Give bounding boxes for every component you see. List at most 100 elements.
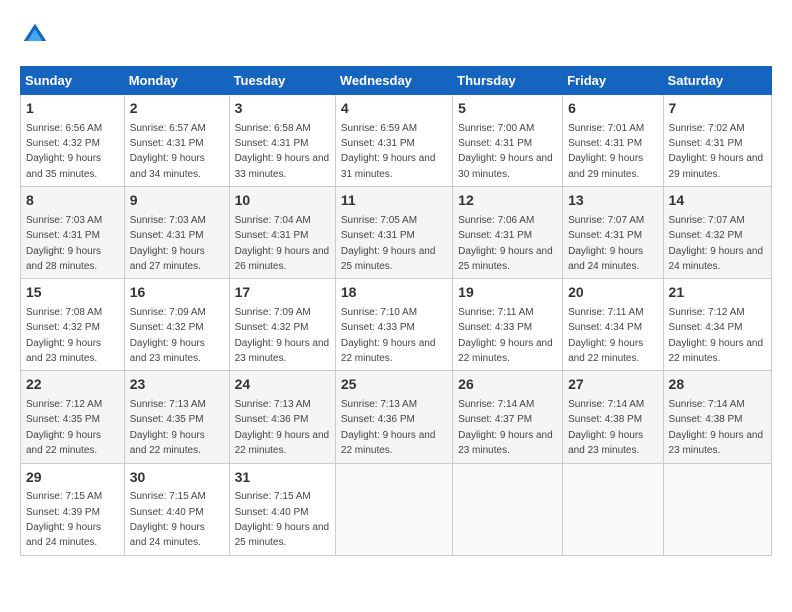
- calendar-day-cell: 14 Sunrise: 7:07 AMSunset: 4:32 PMDaylig…: [663, 187, 771, 279]
- calendar-day-cell: 5 Sunrise: 7:00 AMSunset: 4:31 PMDayligh…: [453, 95, 563, 187]
- calendar-day-cell: 22 Sunrise: 7:12 AMSunset: 4:35 PMDaylig…: [21, 371, 125, 463]
- calendar-day-cell: [663, 463, 771, 555]
- day-number: 5: [458, 99, 557, 119]
- day-number: 12: [458, 191, 557, 211]
- day-info: Sunrise: 7:15 AMSunset: 4:39 PMDaylight:…: [26, 491, 102, 548]
- day-number: 7: [669, 99, 766, 119]
- day-number: 18: [341, 283, 447, 303]
- calendar-day-cell: 8 Sunrise: 7:03 AMSunset: 4:31 PMDayligh…: [21, 187, 125, 279]
- weekday-header: Wednesday: [335, 67, 452, 95]
- calendar-week-row: 29 Sunrise: 7:15 AMSunset: 4:39 PMDaylig…: [21, 463, 772, 555]
- calendar-day-cell: 27 Sunrise: 7:14 AMSunset: 4:38 PMDaylig…: [563, 371, 663, 463]
- day-info: Sunrise: 7:14 AMSunset: 4:37 PMDaylight:…: [458, 399, 553, 456]
- day-number: 25: [341, 375, 447, 395]
- day-info: Sunrise: 7:13 AMSunset: 4:36 PMDaylight:…: [341, 399, 436, 456]
- calendar-day-cell: 29 Sunrise: 7:15 AMSunset: 4:39 PMDaylig…: [21, 463, 125, 555]
- day-info: Sunrise: 7:03 AMSunset: 4:31 PMDaylight:…: [130, 215, 206, 272]
- calendar-day-cell: 25 Sunrise: 7:13 AMSunset: 4:36 PMDaylig…: [335, 371, 452, 463]
- calendar-day-cell: [335, 463, 452, 555]
- logo: [20, 20, 52, 50]
- day-info: Sunrise: 7:06 AMSunset: 4:31 PMDaylight:…: [458, 215, 553, 272]
- calendar-week-row: 1 Sunrise: 6:56 AMSunset: 4:32 PMDayligh…: [21, 95, 772, 187]
- day-info: Sunrise: 7:10 AMSunset: 4:33 PMDaylight:…: [341, 307, 436, 364]
- calendar-day-cell: 20 Sunrise: 7:11 AMSunset: 4:34 PMDaylig…: [563, 279, 663, 371]
- day-info: Sunrise: 7:09 AMSunset: 4:32 PMDaylight:…: [235, 307, 330, 364]
- day-number: 30: [130, 468, 224, 488]
- day-number: 31: [235, 468, 330, 488]
- day-info: Sunrise: 7:15 AMSunset: 4:40 PMDaylight:…: [130, 491, 206, 548]
- day-info: Sunrise: 6:56 AMSunset: 4:32 PMDaylight:…: [26, 123, 102, 180]
- day-info: Sunrise: 7:13 AMSunset: 4:35 PMDaylight:…: [130, 399, 206, 456]
- calendar-day-cell: 9 Sunrise: 7:03 AMSunset: 4:31 PMDayligh…: [124, 187, 229, 279]
- calendar-week-row: 15 Sunrise: 7:08 AMSunset: 4:32 PMDaylig…: [21, 279, 772, 371]
- calendar-day-cell: 7 Sunrise: 7:02 AMSunset: 4:31 PMDayligh…: [663, 95, 771, 187]
- calendar-day-cell: 16 Sunrise: 7:09 AMSunset: 4:32 PMDaylig…: [124, 279, 229, 371]
- calendar-day-cell: 30 Sunrise: 7:15 AMSunset: 4:40 PMDaylig…: [124, 463, 229, 555]
- day-number: 15: [26, 283, 119, 303]
- calendar-day-cell: 31 Sunrise: 7:15 AMSunset: 4:40 PMDaylig…: [229, 463, 335, 555]
- day-number: 11: [341, 191, 447, 211]
- weekday-header: Sunday: [21, 67, 125, 95]
- day-number: 23: [130, 375, 224, 395]
- calendar-day-cell: 4 Sunrise: 6:59 AMSunset: 4:31 PMDayligh…: [335, 95, 452, 187]
- day-number: 2: [130, 99, 224, 119]
- day-number: 21: [669, 283, 766, 303]
- weekday-header: Friday: [563, 67, 663, 95]
- calendar-day-cell: 26 Sunrise: 7:14 AMSunset: 4:37 PMDaylig…: [453, 371, 563, 463]
- calendar-day-cell: 6 Sunrise: 7:01 AMSunset: 4:31 PMDayligh…: [563, 95, 663, 187]
- calendar-day-cell: 15 Sunrise: 7:08 AMSunset: 4:32 PMDaylig…: [21, 279, 125, 371]
- day-info: Sunrise: 7:03 AMSunset: 4:31 PMDaylight:…: [26, 215, 102, 272]
- day-info: Sunrise: 7:00 AMSunset: 4:31 PMDaylight:…: [458, 123, 553, 180]
- day-info: Sunrise: 7:07 AMSunset: 4:31 PMDaylight:…: [568, 215, 644, 272]
- weekday-header: Tuesday: [229, 67, 335, 95]
- day-number: 20: [568, 283, 657, 303]
- day-info: Sunrise: 7:11 AMSunset: 4:33 PMDaylight:…: [458, 307, 553, 364]
- calendar-day-cell: 13 Sunrise: 7:07 AMSunset: 4:31 PMDaylig…: [563, 187, 663, 279]
- weekday-header: Monday: [124, 67, 229, 95]
- day-number: 1: [26, 99, 119, 119]
- weekday-header: Thursday: [453, 67, 563, 95]
- day-number: 24: [235, 375, 330, 395]
- day-number: 29: [26, 468, 119, 488]
- day-number: 4: [341, 99, 447, 119]
- day-number: 19: [458, 283, 557, 303]
- day-number: 28: [669, 375, 766, 395]
- day-number: 26: [458, 375, 557, 395]
- page-header: [20, 20, 772, 50]
- day-info: Sunrise: 7:14 AMSunset: 4:38 PMDaylight:…: [568, 399, 644, 456]
- calendar-day-cell: 21 Sunrise: 7:12 AMSunset: 4:34 PMDaylig…: [663, 279, 771, 371]
- calendar-day-cell: 28 Sunrise: 7:14 AMSunset: 4:38 PMDaylig…: [663, 371, 771, 463]
- calendar-header-row: SundayMondayTuesdayWednesdayThursdayFrid…: [21, 67, 772, 95]
- day-number: 6: [568, 99, 657, 119]
- day-number: 8: [26, 191, 119, 211]
- day-info: Sunrise: 7:08 AMSunset: 4:32 PMDaylight:…: [26, 307, 102, 364]
- calendar-day-cell: 19 Sunrise: 7:11 AMSunset: 4:33 PMDaylig…: [453, 279, 563, 371]
- day-number: 10: [235, 191, 330, 211]
- calendar-day-cell: 11 Sunrise: 7:05 AMSunset: 4:31 PMDaylig…: [335, 187, 452, 279]
- day-info: Sunrise: 7:11 AMSunset: 4:34 PMDaylight:…: [568, 307, 643, 364]
- calendar-day-cell: 2 Sunrise: 6:57 AMSunset: 4:31 PMDayligh…: [124, 95, 229, 187]
- calendar-day-cell: 1 Sunrise: 6:56 AMSunset: 4:32 PMDayligh…: [21, 95, 125, 187]
- day-info: Sunrise: 7:12 AMSunset: 4:35 PMDaylight:…: [26, 399, 102, 456]
- day-info: Sunrise: 6:58 AMSunset: 4:31 PMDaylight:…: [235, 123, 330, 180]
- day-info: Sunrise: 7:13 AMSunset: 4:36 PMDaylight:…: [235, 399, 330, 456]
- day-info: Sunrise: 7:09 AMSunset: 4:32 PMDaylight:…: [130, 307, 206, 364]
- day-number: 22: [26, 375, 119, 395]
- day-number: 13: [568, 191, 657, 211]
- calendar-week-row: 8 Sunrise: 7:03 AMSunset: 4:31 PMDayligh…: [21, 187, 772, 279]
- day-info: Sunrise: 7:07 AMSunset: 4:32 PMDaylight:…: [669, 215, 764, 272]
- calendar-day-cell: 12 Sunrise: 7:06 AMSunset: 4:31 PMDaylig…: [453, 187, 563, 279]
- day-info: Sunrise: 7:05 AMSunset: 4:31 PMDaylight:…: [341, 215, 436, 272]
- day-number: 9: [130, 191, 224, 211]
- weekday-header: Saturday: [663, 67, 771, 95]
- calendar-day-cell: 3 Sunrise: 6:58 AMSunset: 4:31 PMDayligh…: [229, 95, 335, 187]
- logo-icon: [20, 20, 50, 50]
- day-info: Sunrise: 7:14 AMSunset: 4:38 PMDaylight:…: [669, 399, 764, 456]
- calendar-week-row: 22 Sunrise: 7:12 AMSunset: 4:35 PMDaylig…: [21, 371, 772, 463]
- calendar-day-cell: [453, 463, 563, 555]
- day-number: 16: [130, 283, 224, 303]
- day-number: 3: [235, 99, 330, 119]
- calendar-day-cell: 23 Sunrise: 7:13 AMSunset: 4:35 PMDaylig…: [124, 371, 229, 463]
- day-info: Sunrise: 7:04 AMSunset: 4:31 PMDaylight:…: [235, 215, 330, 272]
- calendar-table: SundayMondayTuesdayWednesdayThursdayFrid…: [20, 66, 772, 556]
